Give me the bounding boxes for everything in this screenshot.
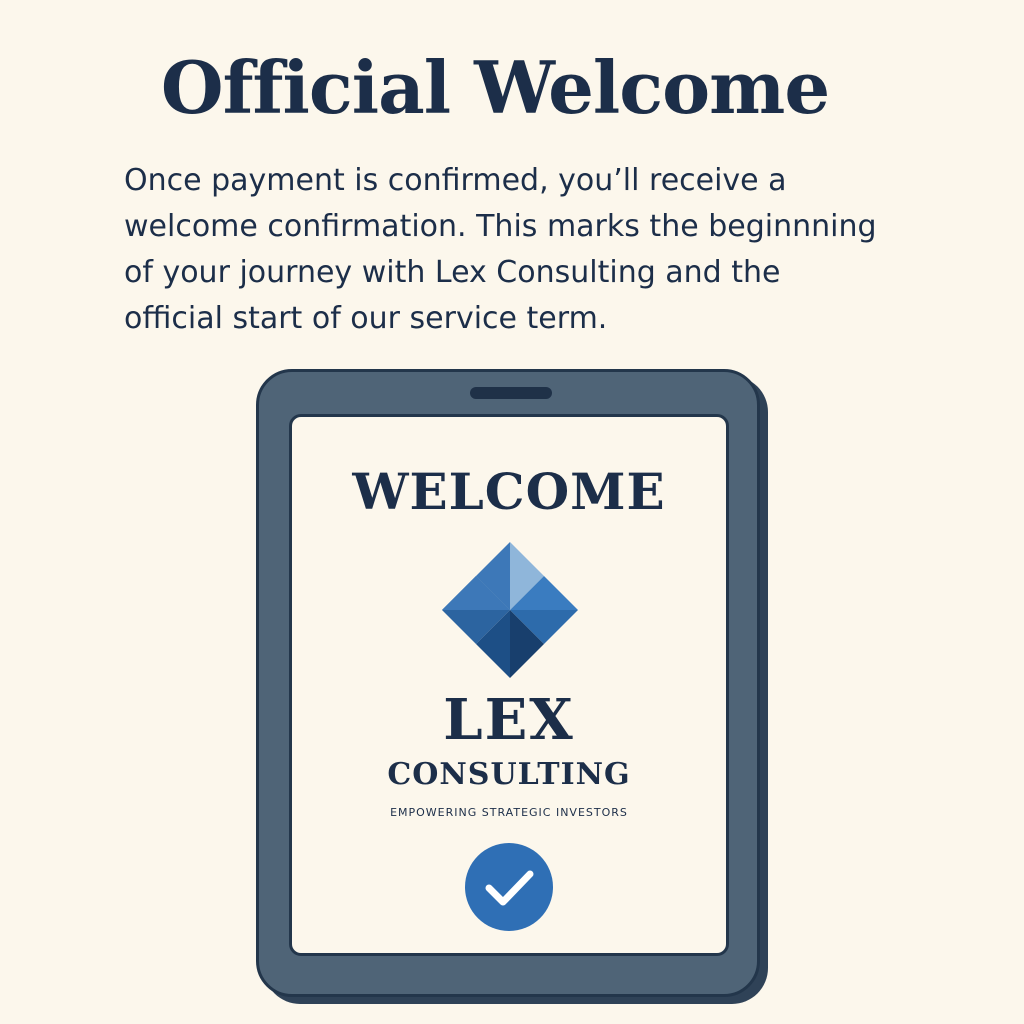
intro-line: official start of our service term.: [124, 301, 608, 336]
diamond-logo-icon: [442, 542, 578, 678]
intro-line: welcome confirmation. This marks the beg…: [124, 209, 877, 244]
intro-line: Once payment is confirmed, you’ll receiv…: [124, 163, 787, 198]
tablet-device: WELCOME LEX CONSULTING EMPOWERING STRATE…: [256, 369, 760, 997]
welcome-heading: WELCOME: [352, 462, 666, 521]
brand-tagline: EMPOWERING STRATEGIC INVESTORS: [390, 806, 628, 819]
page-title: Official Welcome: [160, 45, 830, 130]
intro-paragraph: Once payment is confirmed, you’ll receiv…: [124, 158, 914, 342]
tablet-speaker: [470, 387, 552, 399]
brand-name: LEX: [443, 687, 575, 753]
intro-line: of your journey with Lex Consulting and …: [124, 255, 781, 290]
check-circle-icon: [465, 843, 553, 931]
tablet-screen: WELCOME LEX CONSULTING EMPOWERING STRATE…: [289, 414, 729, 956]
brand-subtitle: CONSULTING: [387, 757, 631, 792]
